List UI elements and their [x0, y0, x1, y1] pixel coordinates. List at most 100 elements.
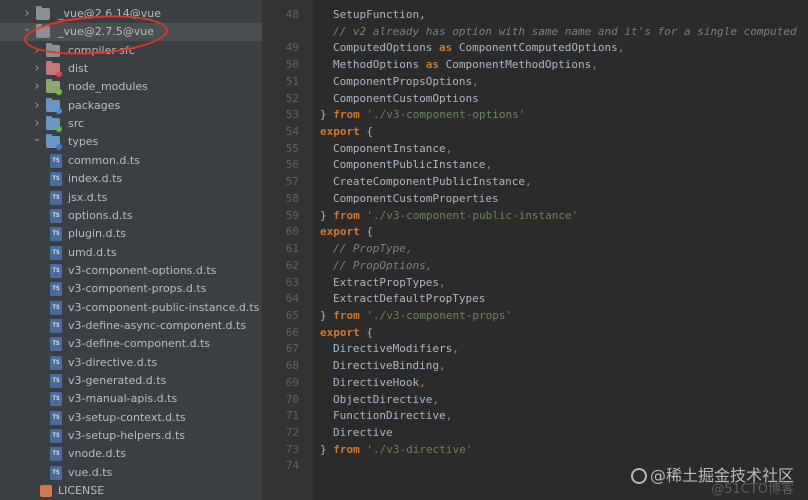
- tree-folder-item[interactable]: › compiler-sfc: [0, 42, 262, 60]
- code-token: ,: [525, 175, 532, 189]
- tree-item-label: node_modules: [68, 80, 148, 94]
- code-line[interactable]: 51 ComponentPropsOptions,: [263, 74, 808, 91]
- code-token: './v3-directive': [359, 442, 473, 456]
- tree-file-item[interactable]: TS index.d.ts: [0, 170, 262, 188]
- tree-folder-item[interactable]: › packages: [0, 97, 262, 115]
- code-token: ,: [617, 41, 625, 55]
- chevron-right-icon[interactable]: ›: [32, 60, 42, 78]
- line-number: 48: [285, 8, 299, 21]
- code-text: SetupFunction,: [333, 7, 426, 23]
- code-line[interactable]: 48 SetupFunction,: [263, 7, 808, 24]
- code-text: ComputedOptions as ComponentComputedOpti…: [333, 40, 624, 56]
- chevron-right-icon[interactable]: ›: [32, 78, 42, 96]
- code-text: export {: [320, 224, 373, 240]
- chevron-down-icon[interactable]: ⌄: [22, 20, 32, 38]
- code-token: './v3-component-public-instance': [359, 208, 579, 222]
- code-line[interactable]: 63 ExtractPropTypes,: [263, 275, 808, 292]
- code-line[interactable]: 61 // PropType,: [263, 241, 808, 258]
- tree-file-item[interactable]: TS umd.d.ts: [0, 244, 262, 262]
- code-line[interactable]: 52 ComponentCustomOptions: [263, 91, 808, 108]
- code-token: export: [320, 225, 360, 239]
- project-file-tree[interactable]: › _vue@2.6.14@vue ⌄ _vue@2.7.5@vue › compiler…: [0, 0, 262, 500]
- code-line[interactable]: 55 ComponentInstance,: [263, 141, 808, 158]
- tree-item-label: vue.d.ts: [68, 465, 113, 479]
- code-token: ,: [432, 392, 439, 406]
- code-token: ,: [419, 375, 426, 389]
- code-token: ComponentMethodOptions: [438, 58, 592, 72]
- code-editor[interactable]: 48 SetupFunction, // v2 already has option…: [263, 0, 808, 500]
- code-line[interactable]: 50 MethodOptions as ComponentMethodOption…: [263, 57, 808, 74]
- tree-file-item[interactable]: TS jsx.d.ts: [0, 189, 262, 207]
- line-number: 57: [285, 175, 299, 189]
- chevron-right-icon[interactable]: ›: [32, 97, 42, 115]
- code-line[interactable]: // v2 already has option with same name …: [263, 24, 808, 41]
- tree-folder-item[interactable]: ⌄ _vue@2.7.5@vue: [0, 20, 262, 42]
- line-number: 65: [285, 308, 299, 322]
- tree-file-item[interactable]: TS v3-generated.d.ts: [0, 372, 262, 390]
- code-line[interactable]: 53} from './v3-component-options': [263, 107, 808, 124]
- code-line[interactable]: 64 ExtractDefaultPropTypes: [263, 291, 808, 308]
- tree-file-item[interactable]: TS v3-component-props.d.ts: [0, 280, 262, 298]
- tree-item-label: options.d.ts: [68, 208, 133, 222]
- ts-file-icon: TS: [50, 282, 62, 297]
- code-line[interactable]: 58 ComponentCustomProperties: [263, 191, 808, 208]
- tree-item-label: v3-manual-apis.d.ts: [68, 392, 178, 406]
- code-token: ExtractDefaultPropTypes: [333, 292, 486, 306]
- chevron-right-icon[interactable]: ›: [32, 42, 42, 60]
- code-line[interactable]: 72 Directive: [263, 425, 808, 442]
- code-line[interactable]: 59} from './v3-component-public-instance…: [263, 208, 808, 225]
- code-text: ComponentPropsOptions,: [333, 74, 479, 90]
- code-line[interactable]: 70 ObjectDirective,: [263, 392, 808, 409]
- tree-folder-item[interactable]: › dist: [0, 60, 262, 78]
- ide-window: › _vue@2.6.14@vue ⌄ _vue@2.7.5@vue › compiler…: [0, 0, 808, 500]
- code-line[interactable]: 54 export {: [263, 124, 808, 141]
- line-number: 58: [285, 191, 299, 205]
- code-line[interactable]: 65} from './v3-component-props': [263, 308, 808, 325]
- line-number: 72: [285, 426, 299, 439]
- code-line[interactable]: 67 DirectiveModifiers,: [263, 341, 808, 358]
- code-text: MethodOptions as ComponentMethodOptions,: [333, 57, 598, 73]
- tree-file-item[interactable]: TS vue.d.ts: [0, 464, 262, 482]
- code-line[interactable]: 60 export {: [263, 224, 808, 241]
- tree-folder-item[interactable]: › node_modules: [0, 78, 262, 96]
- line-number: 60: [285, 225, 299, 239]
- code-line[interactable]: 57 CreateComponentPublicInstance,: [263, 174, 808, 191]
- chevron-down-icon[interactable]: ⌄: [32, 130, 42, 148]
- code-line[interactable]: 68 DirectiveBinding,: [263, 358, 808, 375]
- code-text: export {: [320, 124, 373, 140]
- tree-item-label: index.d.ts: [68, 172, 123, 186]
- code-line[interactable]: 71 FunctionDirective,: [263, 408, 808, 425]
- tree-file-item[interactable]: TS v3-component-public-instance.d.ts: [0, 299, 262, 317]
- tree-folder-item[interactable]: › _vue@2.6.14@vue: [0, 5, 262, 23]
- code-line[interactable]: 56 ComponentPublicInstance,: [263, 157, 808, 174]
- tree-folder-item[interactable]: LICENSE: [0, 482, 262, 500]
- tree-file-item[interactable]: TS v3-manual-apis.d.ts: [0, 390, 262, 408]
- tree-file-item[interactable]: TS v3-setup-helpers.d.ts: [0, 427, 262, 445]
- tree-folder-item[interactable]: ⌄ types: [0, 133, 262, 151]
- code-token: ,: [452, 342, 459, 356]
- tree-file-item[interactable]: TS vnode.d.ts: [0, 445, 262, 463]
- tree-file-item[interactable]: TS v3-component-options.d.ts: [0, 262, 262, 280]
- code-token: ,: [485, 158, 492, 172]
- tree-item-label: _vue@2.6.14@vue: [58, 7, 161, 20]
- code-line[interactable]: 73} from './v3-directive': [263, 442, 808, 459]
- tree-file-item[interactable]: TS v3-setup-context.d.ts: [0, 409, 262, 427]
- tree-file-item[interactable]: TS options.d.ts: [0, 207, 262, 225]
- tree-file-item[interactable]: TS v3-define-component.d.ts: [0, 335, 262, 353]
- tree-file-item[interactable]: TS v3-directive.d.ts: [0, 354, 262, 372]
- code-token: ComponentCustomOptions: [333, 91, 479, 105]
- code-line[interactable]: 69 DirectiveHook,: [263, 375, 808, 392]
- ts-file-icon: TS: [50, 153, 62, 168]
- code-line[interactable]: 66 export {: [263, 325, 808, 342]
- code-line[interactable]: 49 ComputedOptions as ComponentComputedOp…: [263, 40, 808, 57]
- code-token: // v2 already has option with same name …: [333, 24, 797, 38]
- code-text: } from './v3-component-options': [320, 107, 525, 123]
- line-number: 68: [285, 359, 299, 373]
- line-number: 74: [285, 459, 299, 473]
- ts-file-icon: TS: [50, 355, 62, 370]
- code-token: DirectiveModifiers: [333, 342, 453, 356]
- code-line[interactable]: 62 // PropOptions,: [263, 258, 808, 275]
- tree-file-item[interactable]: TS plugin.d.ts: [0, 225, 262, 243]
- tree-file-item[interactable]: TS common.d.ts: [0, 152, 262, 170]
- tree-file-item[interactable]: TS v3-define-async-component.d.ts: [0, 317, 262, 335]
